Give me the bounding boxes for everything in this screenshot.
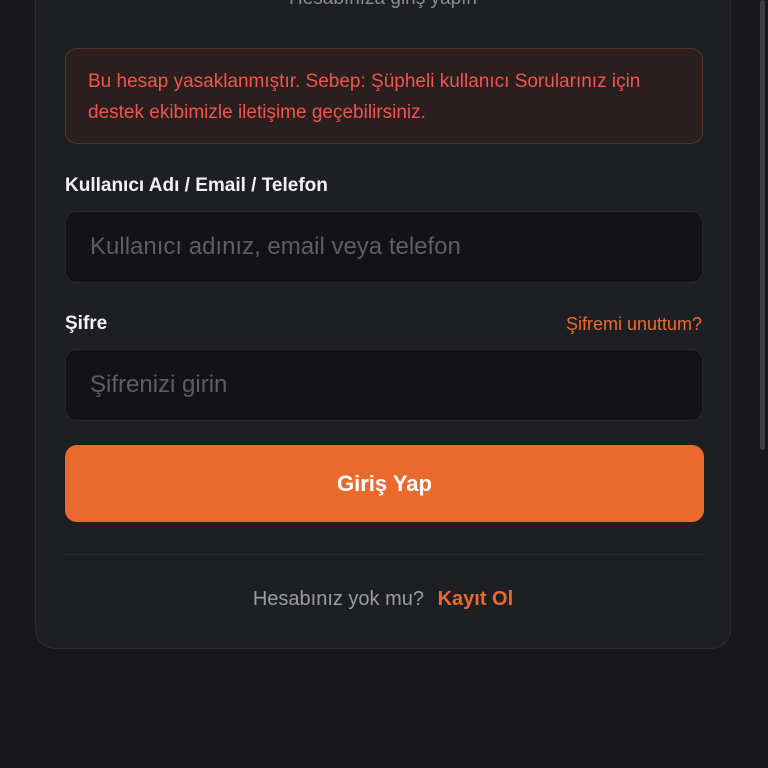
username-label: Kullanıcı Adı / Email / Telefon <box>65 175 328 196</box>
login-subtitle: Hesabınıza giriş yapın <box>36 0 730 11</box>
ban-alert-message: Bu hesap yasaklanmıştır. Sebep: Şüpheli … <box>88 71 641 123</box>
divider <box>65 554 703 555</box>
page-scrollbar[interactable] <box>760 0 765 450</box>
password-input[interactable] <box>65 349 703 421</box>
login-card: Hesabınıza giriş yapın Bu hesap yasaklan… <box>35 0 731 649</box>
login-button[interactable]: Giriş Yap <box>65 445 704 522</box>
password-label: Şifre <box>65 313 108 334</box>
signup-link[interactable]: Kayıt Ol <box>438 588 514 610</box>
login-page: Hesabınıza giriş yapın Bu hesap yasaklan… <box>0 0 768 768</box>
signup-prompt: Hesabınız yok mu? <box>252 588 425 610</box>
signup-row: Hesabınız yok mu? Kayıt Ol <box>36 586 730 612</box>
forgot-password-link[interactable]: Şifremi unuttum? <box>566 312 702 336</box>
username-input[interactable] <box>65 211 703 283</box>
ban-alert: Bu hesap yasaklanmıştır. Sebep: Şüpheli … <box>65 48 703 144</box>
